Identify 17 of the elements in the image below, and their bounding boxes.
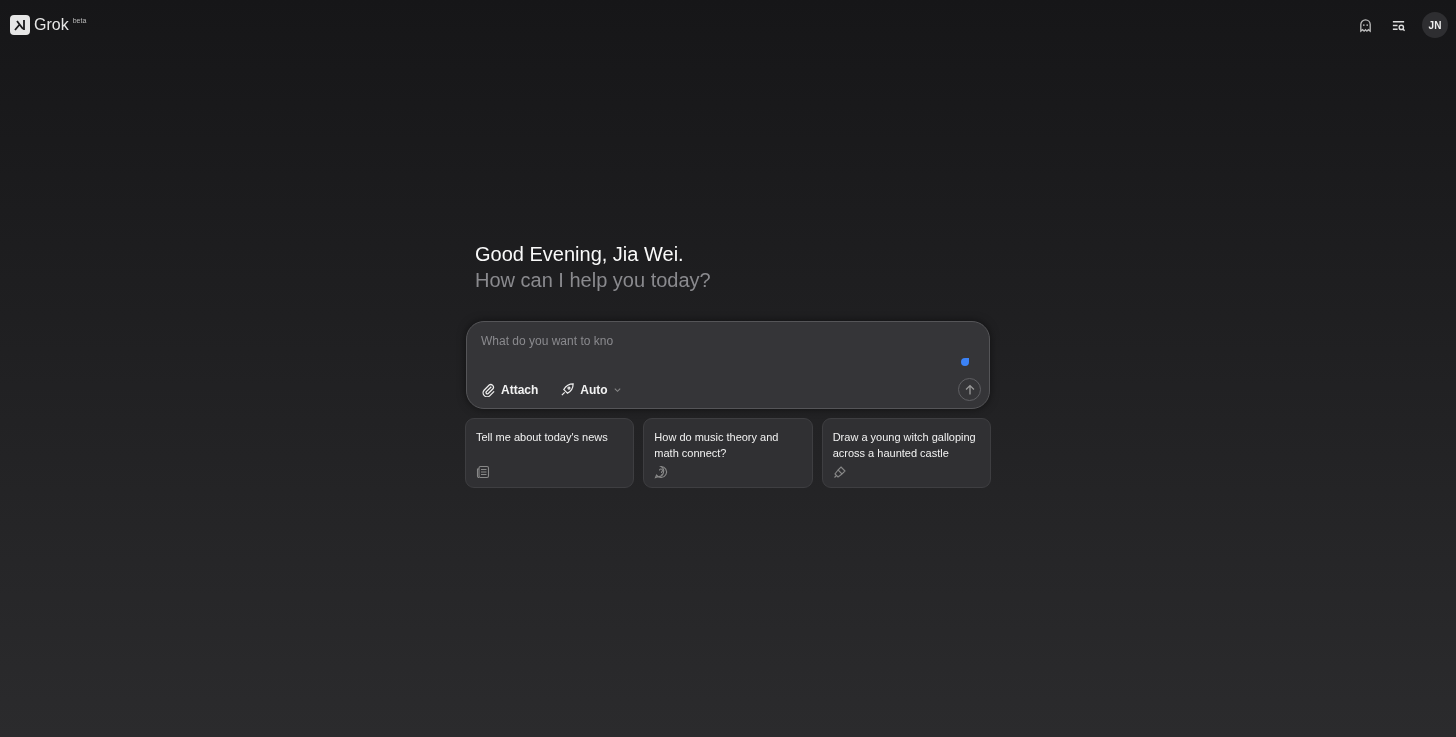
drop-icon bbox=[961, 358, 969, 366]
logo-icon bbox=[10, 15, 30, 35]
paintbrush-icon bbox=[832, 465, 847, 479]
mode-dropdown[interactable]: Auto bbox=[560, 378, 628, 401]
suggestion-card[interactable]: How do music theory and math connect? bbox=[643, 418, 813, 488]
prompt-input[interactable]: What do you want to kno bbox=[481, 332, 961, 350]
user-avatar[interactable]: JN bbox=[1422, 12, 1448, 38]
greeting-title: Good Evening, Jia Wei. bbox=[475, 242, 685, 267]
paperclip-icon bbox=[481, 382, 496, 397]
suggestion-card[interactable]: Tell me about today's news bbox=[465, 418, 635, 488]
greeting-subtitle: How can I help you today? bbox=[475, 268, 712, 293]
rocket-icon bbox=[560, 382, 576, 397]
newspaper-icon bbox=[476, 465, 490, 479]
chevron-down-icon bbox=[612, 385, 622, 394]
logo-text: Grok bbox=[34, 15, 69, 35]
attach-button[interactable]: Attach bbox=[481, 378, 545, 401]
suggestion-card[interactable]: Draw a young witch galloping across a haunted castle bbox=[821, 418, 991, 488]
